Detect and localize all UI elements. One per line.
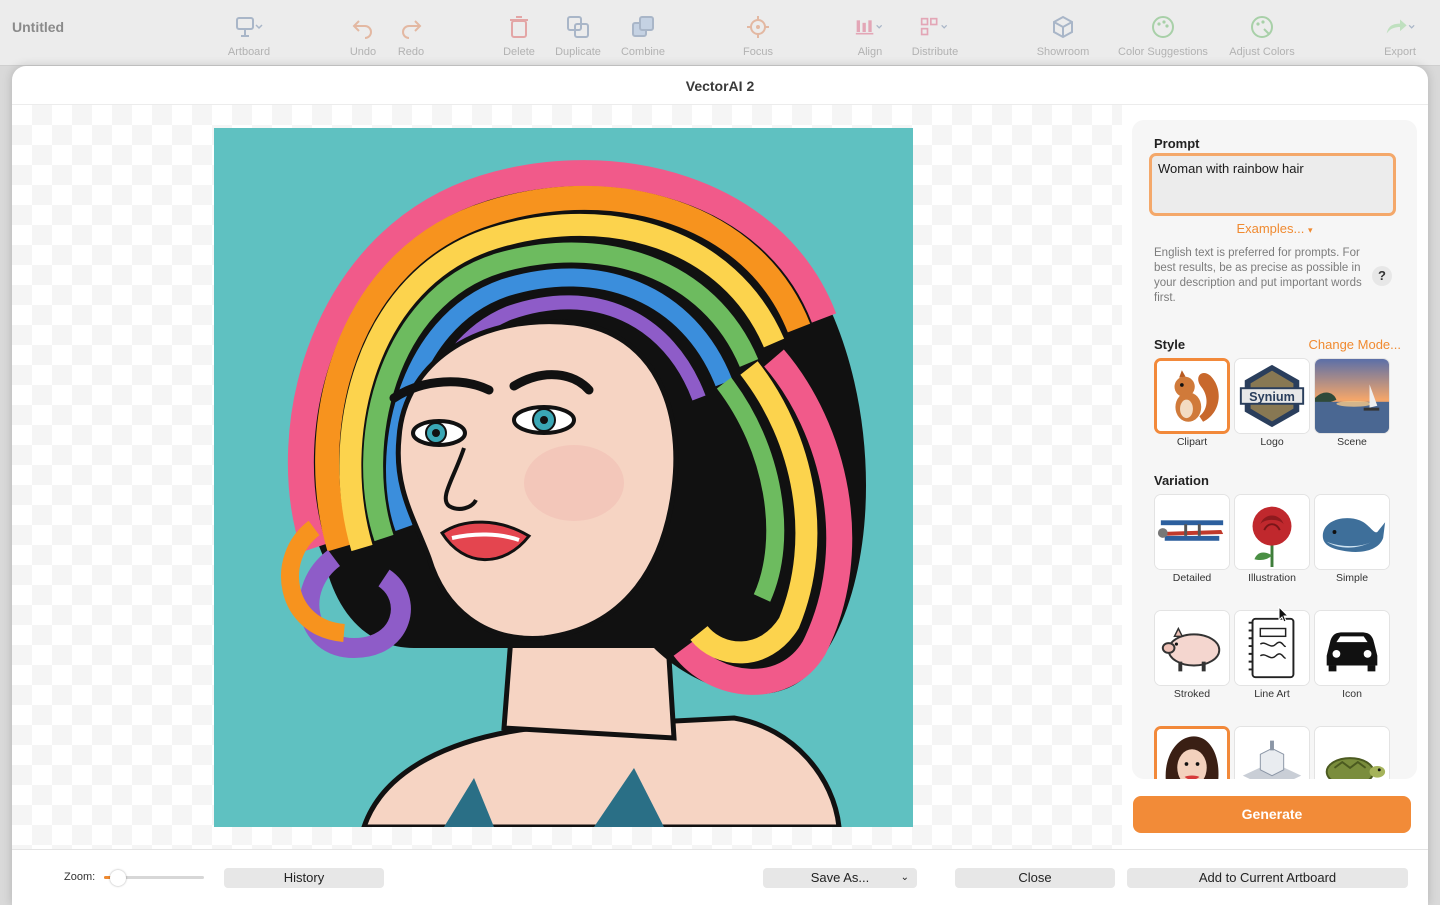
variation-option-stroked[interactable] — [1154, 610, 1230, 686]
biplane-thumbnail — [1155, 495, 1229, 569]
toolbar-showroom-button[interactable]: Showroom — [1018, 12, 1108, 58]
variation-label-simple: Simple — [1335, 572, 1369, 584]
close-button[interactable]: Close — [955, 868, 1115, 888]
generated-artwork[interactable] — [214, 128, 913, 827]
palette-icon — [1148, 12, 1178, 42]
change-mode-link[interactable]: Change Mode... — [1308, 337, 1401, 352]
dialog-title: VectorAI 2 — [685, 78, 755, 94]
style-label-clipart: Clipart — [1176, 436, 1208, 448]
chevron-down-icon: ▾ — [1308, 225, 1313, 235]
toolbar-combine-button[interactable]: Combine — [598, 12, 688, 58]
variation-option-isometric[interactable] — [1234, 726, 1310, 779]
preview-canvas — [12, 105, 1122, 849]
app-toolbar: Untitled Artboard Undo Redo Delete Dupli… — [0, 0, 1440, 66]
redo-icon — [396, 12, 426, 42]
toolbar-focus-button[interactable]: Focus — [713, 12, 803, 58]
zoom-slider-knob[interactable] — [110, 870, 126, 886]
style-heading: Style — [1154, 337, 1186, 352]
prompt-heading: Prompt — [1154, 136, 1200, 151]
variation-label-icon: Icon — [1342, 688, 1362, 700]
options-panel: Prompt Examples... ▾ English text is pre… — [1132, 120, 1417, 779]
variation-heading: Variation — [1154, 473, 1209, 488]
car-thumbnail — [1315, 611, 1389, 685]
variation-option-turtle[interactable] — [1314, 726, 1390, 779]
toolbar-distribute-button[interactable]: Distribute — [890, 12, 980, 58]
pig-thumbnail — [1155, 611, 1229, 685]
share-icon — [1385, 12, 1415, 42]
document-title: Untitled — [12, 19, 65, 35]
toolbar-export-button[interactable]: Export — [1355, 12, 1440, 58]
prompt-input[interactable] — [1149, 153, 1396, 216]
artboard-icon — [234, 12, 264, 42]
chevron-down-icon: ⌄ — [900, 872, 909, 883]
history-button[interactable]: History — [224, 868, 384, 888]
variation-label-illustration: Illustration — [1248, 572, 1296, 584]
toolbar-adjust-colors-button[interactable]: Adjust Colors — [1217, 12, 1307, 58]
generate-button[interactable]: Generate — [1133, 796, 1411, 833]
toolbar-artboard-button[interactable]: Artboard — [204, 12, 294, 58]
lake-sunset-thumbnail — [1315, 359, 1389, 433]
examples-dropdown[interactable]: Examples... ▾ — [1132, 221, 1417, 236]
focus-icon — [743, 12, 773, 42]
zoom-slider[interactable] — [104, 870, 204, 886]
rose-thumbnail — [1235, 495, 1309, 569]
variation-option-icon[interactable] — [1314, 610, 1390, 686]
toolbar-color-suggestions-button[interactable]: Color Suggestions — [1118, 12, 1208, 58]
whale-thumbnail — [1315, 495, 1389, 569]
svg-text:Synium: Synium — [1249, 390, 1295, 404]
save-as-dropdown[interactable]: Save As... ⌄ — [763, 868, 917, 888]
bottom-divider — [12, 849, 1428, 850]
variation-option-detailed[interactable] — [1154, 494, 1230, 570]
rainbow-hair-woman-illustration — [214, 128, 913, 827]
add-to-artboard-button[interactable]: Add to Current Artboard — [1127, 868, 1408, 888]
synium-logo-thumbnail: Synium — [1235, 359, 1309, 433]
examples-label: Examples... — [1236, 221, 1305, 236]
isometric-building-thumbnail — [1235, 727, 1309, 779]
journal-thumbnail — [1235, 611, 1309, 685]
toolbar-redo-button[interactable]: Redo — [366, 12, 456, 58]
style-option-clipart[interactable] — [1154, 358, 1230, 434]
pinup-woman-thumbnail — [1157, 729, 1227, 779]
variation-label-detailed: Detailed — [1172, 572, 1212, 584]
variation-label-stroked: Stroked — [1173, 688, 1211, 700]
distribute-icon — [920, 12, 950, 42]
palette-adjust-icon — [1247, 12, 1277, 42]
style-label-scene: Scene — [1337, 436, 1367, 448]
variation-option-illustration[interactable] — [1234, 494, 1310, 570]
help-button[interactable]: ? — [1372, 266, 1392, 286]
variation-option-line-art[interactable] — [1234, 610, 1310, 686]
turtle-thumbnail — [1315, 727, 1389, 779]
align-icon — [855, 12, 885, 42]
variation-option-simple[interactable] — [1314, 494, 1390, 570]
trash-icon — [504, 12, 534, 42]
vectorai-dialog: VectorAI 2 Prompt Woman with rainbow hai… — [12, 66, 1428, 905]
zoom-label: Zoom: — [64, 871, 96, 883]
combine-icon — [628, 12, 658, 42]
style-option-logo[interactable]: Synium — [1234, 358, 1310, 434]
squirrel-thumbnail — [1157, 361, 1227, 431]
mouse-cursor-icon — [1278, 605, 1290, 629]
save-as-label: Save As... — [810, 870, 870, 885]
duplicate-icon — [563, 12, 593, 42]
style-option-scene[interactable] — [1314, 358, 1390, 434]
variation-label-line-art: Line Art — [1254, 688, 1290, 700]
style-label-logo: Logo — [1260, 436, 1284, 448]
prompt-hint: English text is preferred for prompts. F… — [1154, 247, 1362, 304]
variation-option-pinup[interactable] — [1154, 726, 1230, 779]
cube-icon — [1048, 12, 1078, 42]
